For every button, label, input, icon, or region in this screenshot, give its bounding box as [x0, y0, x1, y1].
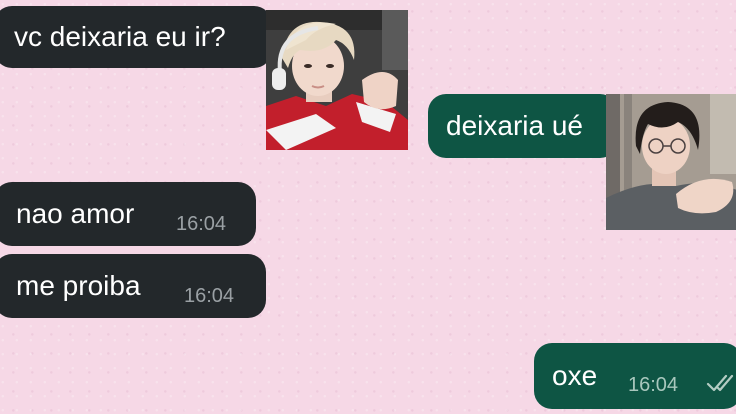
incoming-message-bubble[interactable]: vc deixaria eu ir?: [0, 6, 272, 68]
message-text: deixaria ué: [446, 110, 583, 141]
message-text: oxe: [552, 360, 598, 391]
photo-sticker-blond-boy-image: [266, 10, 408, 150]
chat-area: vc deixaria eu ir? deixaria ué nao amor …: [0, 0, 736, 414]
photo-sticker-dark-haired-boy[interactable]: [606, 94, 736, 230]
message-timestamp: 16:04: [628, 374, 679, 396]
photo-sticker-dark-haired-boy-image: [606, 94, 736, 230]
outgoing-message-bubble[interactable]: oxe 16:04: [534, 343, 736, 409]
photo-sticker-blond-boy[interactable]: [266, 10, 408, 150]
double-check-icon: [706, 374, 734, 392]
message-timestamp: 16:04: [184, 285, 235, 307]
message-text: nao amor: [16, 198, 135, 229]
outgoing-message-bubble[interactable]: deixaria ué: [428, 94, 618, 158]
incoming-message-bubble[interactable]: nao amor 16:04: [0, 182, 256, 246]
message-text: me proiba: [16, 270, 141, 301]
incoming-message-bubble[interactable]: me proiba 16:04: [0, 254, 266, 318]
message-timestamp: 16:04: [176, 213, 227, 235]
message-text: vc deixaria eu ir?: [14, 21, 226, 52]
